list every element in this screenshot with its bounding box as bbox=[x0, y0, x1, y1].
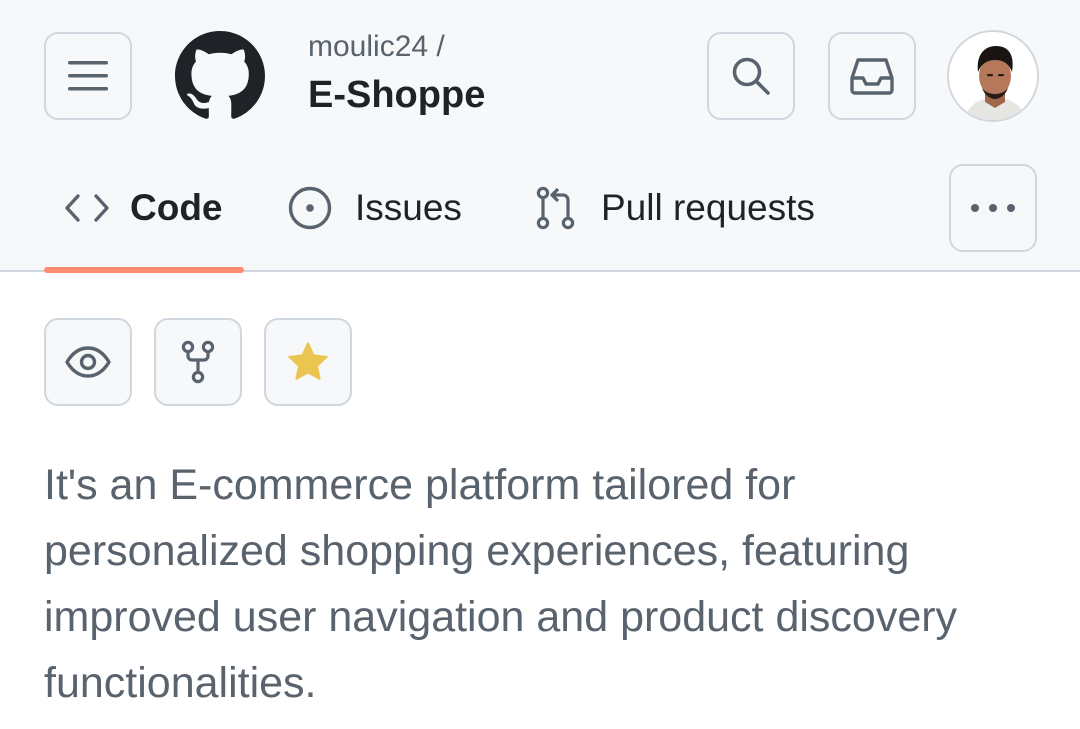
code-icon bbox=[64, 192, 110, 224]
watch-button[interactable] bbox=[44, 318, 132, 406]
search-icon bbox=[732, 57, 770, 95]
inbox-button[interactable] bbox=[828, 32, 916, 120]
github-logo-icon[interactable] bbox=[175, 31, 265, 121]
repo-description: It's an E-commerce platform tailored for… bbox=[44, 461, 958, 707]
tab-code[interactable]: Code bbox=[64, 180, 223, 236]
tab-pull-requests[interactable]: Pull requests bbox=[535, 180, 815, 236]
eye-icon bbox=[65, 346, 111, 378]
tab-issues-label: Issues bbox=[355, 187, 462, 228]
repo-name-link[interactable]: E-Shoppe bbox=[308, 74, 485, 117]
tab-pull-requests-label: Pull requests bbox=[601, 187, 815, 228]
kebab-horizontal-icon bbox=[971, 204, 1015, 212]
app-header: moulic24 / E-Shoppe Code Issues Pull req… bbox=[0, 0, 1080, 273]
issue-opened-icon bbox=[287, 185, 333, 231]
git-pull-request-icon bbox=[535, 186, 577, 230]
hamburger-menu-icon bbox=[68, 61, 108, 91]
search-button[interactable] bbox=[707, 32, 795, 120]
inbox-icon bbox=[850, 58, 894, 95]
more-tabs-button[interactable] bbox=[949, 164, 1037, 252]
star-fill-icon bbox=[288, 342, 328, 380]
star-button[interactable] bbox=[264, 318, 352, 406]
user-avatar[interactable] bbox=[947, 30, 1039, 122]
menu-button[interactable] bbox=[44, 32, 132, 120]
tab-issues[interactable]: Issues bbox=[287, 180, 462, 236]
selected-tab-indicator bbox=[44, 267, 244, 273]
repo-forked-icon bbox=[181, 340, 215, 384]
fork-button[interactable] bbox=[154, 318, 242, 406]
avatar-image bbox=[949, 32, 1037, 120]
repo-owner-link[interactable]: moulic24 / bbox=[308, 30, 445, 64]
tab-code-label: Code bbox=[130, 187, 223, 228]
